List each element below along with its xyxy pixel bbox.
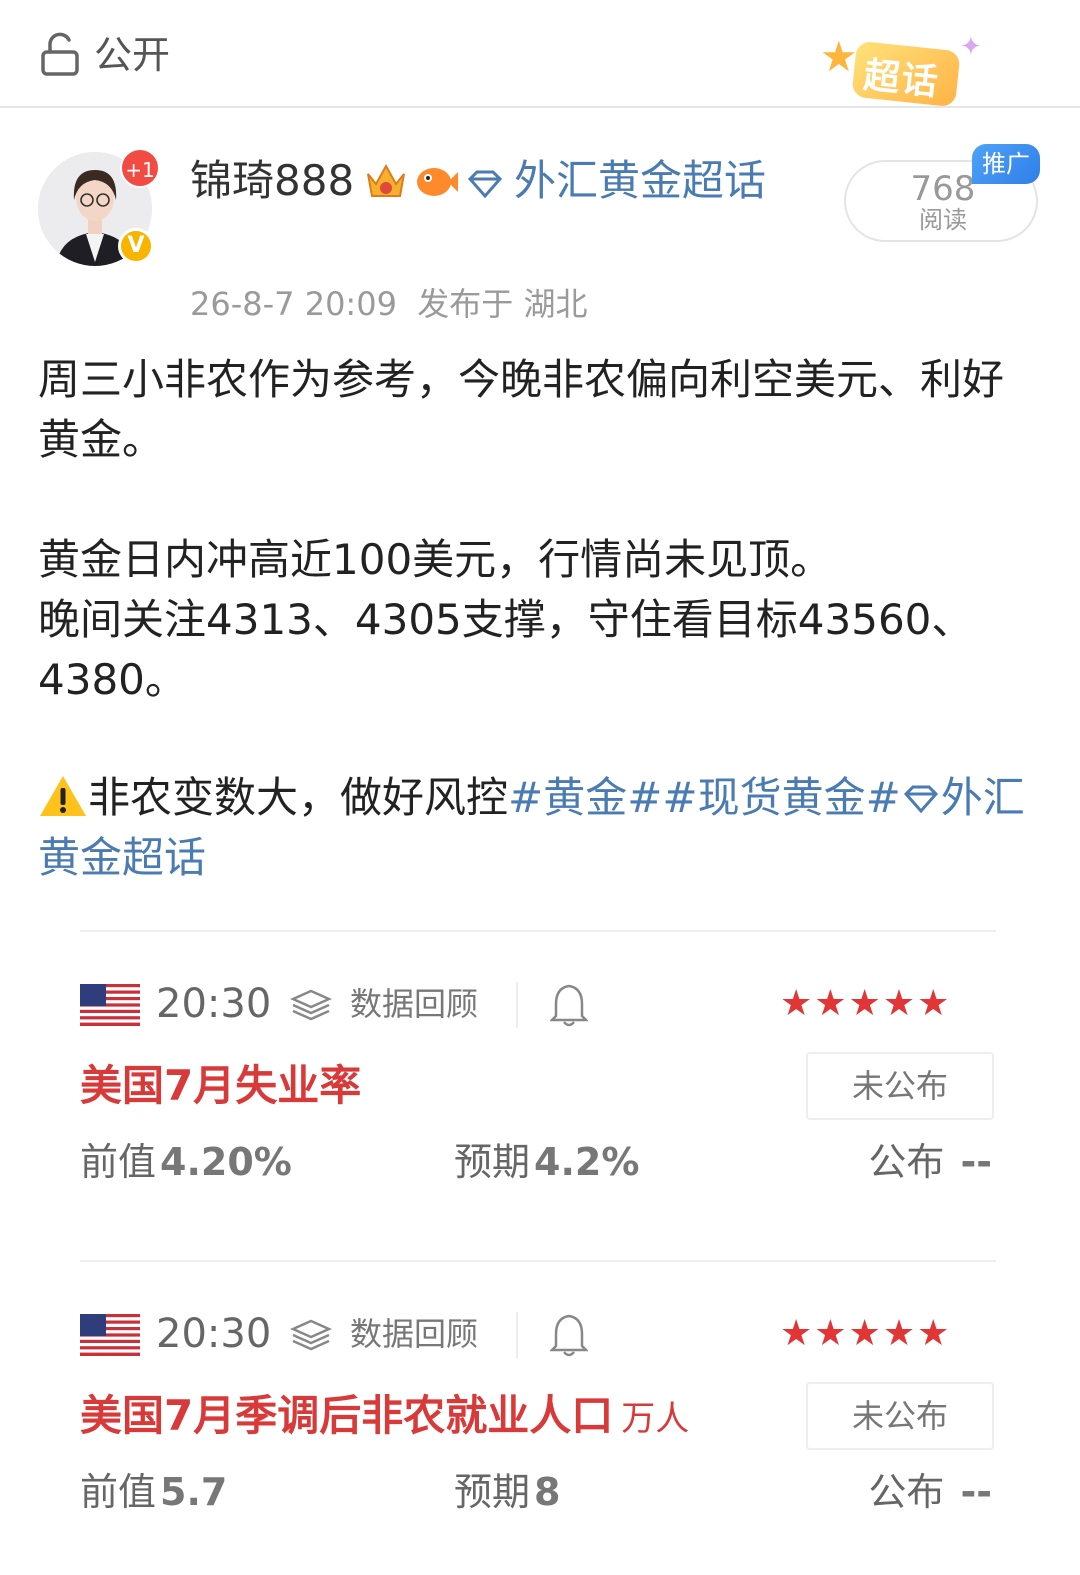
divider	[80, 1260, 996, 1262]
layers-icon	[290, 1319, 332, 1351]
verified-badge: V	[118, 228, 154, 264]
actual-value-number: --	[960, 1140, 992, 1184]
top-bar: 公开 ★ 超话 ✦	[0, 0, 1080, 108]
post-time: 26-8-7 20:09	[190, 285, 397, 323]
visibility-label[interactable]: 公开	[94, 30, 170, 80]
divider	[80, 930, 996, 932]
star-icon: ★	[820, 32, 858, 81]
forecast-value-number: 4.2%	[534, 1140, 640, 1184]
bell-icon[interactable]	[550, 982, 588, 1028]
data-review-link[interactable]: 数据回顾	[350, 1310, 478, 1358]
economic-calendar-card[interactable]: 20:30 数据回顾 ★★★★★ 美国7月失业率 未公布 前值 4.20% 预期 4…	[80, 960, 996, 1220]
event-title[interactable]: 美国7月失业率	[80, 1056, 369, 1119]
forecast-label: 预期	[454, 1140, 531, 1184]
fish-icon	[417, 168, 458, 196]
warning-icon	[40, 776, 86, 816]
event-title-text: 美国7月失业率	[80, 1061, 362, 1110]
notification-badge: +1	[120, 148, 160, 188]
unlock-icon[interactable]	[40, 32, 80, 76]
previous-value: 前值 5.7	[80, 1464, 227, 1520]
us-flag-icon	[80, 984, 140, 1026]
event-title-text: 美国7月季调后非农就业人口	[80, 1391, 614, 1440]
sparkle-icon: ✦	[960, 32, 982, 62]
post-paragraph-2-line-2: 晚间关注4313、4305支撑，守住看目标43560、4380。	[38, 595, 974, 704]
event-time: 20:30	[156, 1311, 272, 1357]
separator	[516, 1312, 518, 1358]
actual-label: 公布	[868, 1140, 945, 1184]
hashtag-spot-gold[interactable]: #现货黄金#	[662, 773, 900, 822]
post-paragraph-2-line-1: 黄金日内冲高近100美元，行情尚未见顶。	[38, 535, 833, 584]
actual-value: 公布 --	[868, 1134, 992, 1190]
release-status-button[interactable]: 未公布	[806, 1382, 994, 1450]
previous-value-number: 5.7	[160, 1470, 228, 1514]
actual-value-number: --	[960, 1470, 992, 1514]
crown-icon	[367, 163, 405, 197]
importance-stars: ★★★★★	[780, 1313, 952, 1354]
release-status-button[interactable]: 未公布	[806, 1052, 994, 1120]
supertopic-link-label: 外汇黄金超话	[514, 156, 767, 205]
separator	[516, 982, 518, 1028]
promo-tag: 推广	[972, 144, 1040, 184]
read-label: 阅读	[919, 206, 967, 234]
forecast-label: 预期	[454, 1470, 531, 1514]
previous-label: 前值	[80, 1470, 157, 1514]
previous-label: 前值	[80, 1140, 157, 1184]
event-unit: 万人	[621, 1399, 690, 1439]
actual-value: 公布 --	[868, 1464, 992, 1520]
previous-value: 前值 4.20%	[80, 1134, 292, 1190]
diamond-icon	[467, 170, 503, 198]
event-time: 20:30	[156, 981, 272, 1027]
post-paragraph-3: 非农变数大，做好风控#黄金##现货黄金# 外汇黄金超话	[38, 768, 1038, 888]
forecast-value: 预期 8	[454, 1464, 560, 1520]
previous-value-number: 4.20%	[160, 1140, 292, 1184]
warning-text: 非农变数大，做好风控	[88, 773, 509, 822]
economic-calendar-card[interactable]: 20:30 数据回顾 ★★★★★ 美国7月季调后非农就业人口 万人 未公布 前值 5…	[80, 1290, 996, 1550]
hashtag-gold[interactable]: #黄金#	[508, 773, 662, 822]
author-name[interactable]: 锦琦888	[190, 152, 354, 210]
forecast-value: 预期 4.2%	[454, 1134, 639, 1190]
supertopic-link[interactable]: 外汇黄金超话	[466, 152, 766, 210]
layers-icon	[290, 989, 332, 1021]
us-flag-icon	[80, 1314, 140, 1356]
forecast-value-number: 8	[534, 1470, 561, 1514]
actual-label: 公布	[868, 1470, 945, 1514]
post-location: 发布于 湖北	[417, 285, 588, 323]
data-review-link[interactable]: 数据回顾	[350, 980, 478, 1028]
event-title[interactable]: 美国7月季调后非农就业人口 万人	[80, 1386, 689, 1449]
importance-stars: ★★★★★	[780, 983, 952, 1024]
diamond-icon	[903, 785, 938, 814]
bell-icon[interactable]	[550, 1312, 588, 1358]
supertopic-badge-label: 超话	[861, 55, 942, 104]
supertopic-badge[interactable]: ★ 超话 ✦	[820, 28, 990, 118]
post-meta: 26-8-7 20:09 发布于 湖北	[190, 282, 587, 326]
post-paragraph-1: 周三小非农作为参考，今晚非农偏向利空美元、利好黄金。	[38, 355, 1005, 464]
